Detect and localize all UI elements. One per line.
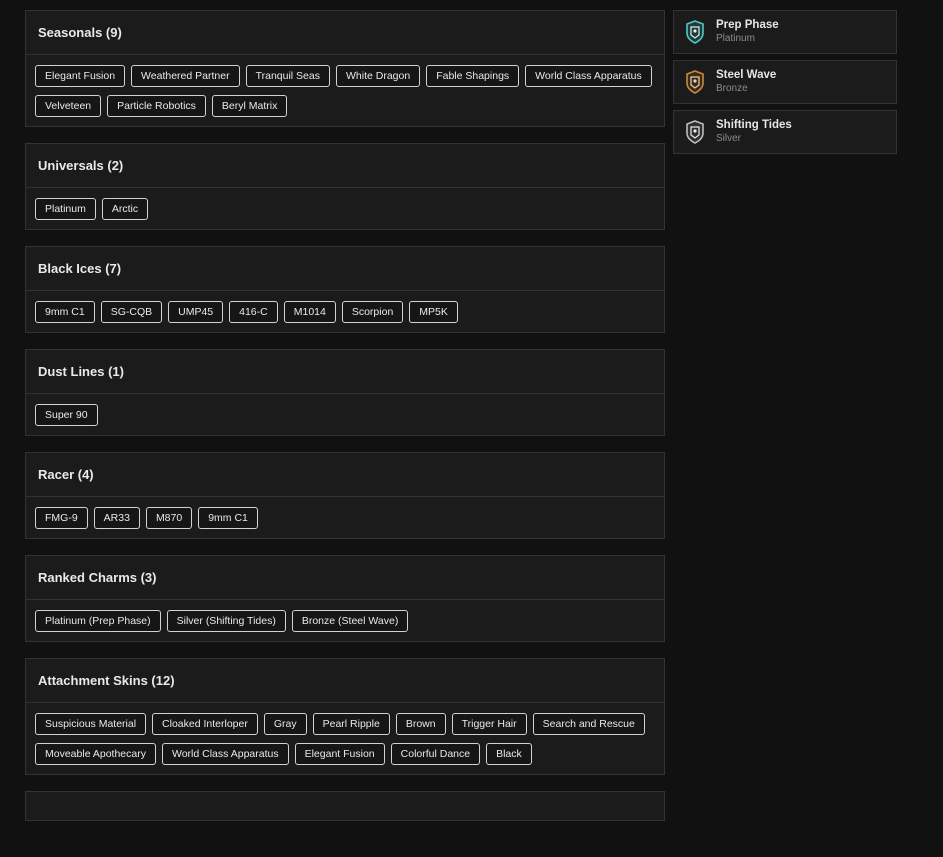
tag-elegant-fusion[interactable]: Elegant Fusion (35, 65, 126, 87)
charm-name: Prep Phase (716, 19, 779, 31)
section-universals: Universals (2) Platinum Arctic (25, 143, 665, 230)
platinum-rank-charm-icon (684, 19, 706, 45)
tag-list: FMG-9 AR33 M870 9mm C1 (26, 497, 664, 538)
tag-bronze-steel-wave[interactable]: Bronze (Steel Wave) (291, 610, 409, 632)
tag-brown[interactable]: Brown (395, 713, 446, 735)
charm-name: Shifting Tides (716, 119, 792, 131)
section-title: Black Ices (7) (26, 247, 664, 291)
tag-list: Platinum Arctic (26, 188, 664, 229)
tag-sg-cqb[interactable]: SG-CQB (100, 301, 163, 323)
section-title: Racer (4) (26, 453, 664, 497)
tag-black[interactable]: Black (486, 743, 532, 765)
charm-tier: Silver (716, 133, 742, 144)
tag-scorpion[interactable]: Scorpion (341, 301, 404, 323)
tag-trigger-hair[interactable]: Trigger Hair (451, 713, 527, 735)
tag-platinum-prep-phase[interactable]: Platinum (Prep Phase) (35, 610, 161, 632)
tag-arctic[interactable]: Arctic (101, 198, 149, 220)
tag-world-class-apparatus[interactable]: World Class Apparatus (525, 65, 652, 87)
tag-cloaked-interloper[interactable]: Cloaked Interloper (152, 713, 258, 735)
section-partial (25, 791, 665, 821)
tag-weathered-partner[interactable]: Weathered Partner (131, 65, 240, 87)
tag-silver-shifting-tides[interactable]: Silver (Shifting Tides) (166, 610, 286, 632)
tag-list: 9mm C1 SG-CQB UMP45 416-C M1014 Scorpion… (26, 291, 664, 332)
tag-platinum[interactable]: Platinum (35, 198, 96, 220)
tag-list: Elegant Fusion Weathered Partner Tranqui… (26, 55, 664, 126)
charm-steel-wave[interactable]: Steel Wave Bronze (673, 60, 897, 104)
charm-text: Shifting Tides Silver (716, 119, 792, 145)
tag-mp5k[interactable]: MP5K (409, 301, 458, 323)
charm-shifting-tides[interactable]: Shifting Tides Silver (673, 110, 897, 154)
tag-colorful-dance[interactable]: Colorful Dance (390, 743, 481, 765)
section-dust-lines: Dust Lines (1) Super 90 (25, 349, 665, 436)
tag-fmg-9[interactable]: FMG-9 (35, 507, 88, 529)
ranked-charms-sidebar: Prep Phase Platinum Steel Wave Bronze Sh (673, 10, 897, 160)
tag-list: Platinum (Prep Phase) Silver (Shifting T… (26, 600, 664, 641)
tag-tranquil-seas[interactable]: Tranquil Seas (245, 65, 330, 87)
bronze-rank-charm-icon (684, 69, 706, 95)
tag-search-and-rescue[interactable]: Search and Rescue (532, 713, 645, 735)
tag-list: Super 90 (26, 394, 664, 435)
section-title: Seasonals (9) (26, 11, 664, 55)
tag-ump45[interactable]: UMP45 (168, 301, 224, 323)
charm-text: Steel Wave Bronze (716, 69, 776, 95)
charm-tier: Platinum (716, 33, 755, 44)
tag-m870[interactable]: M870 (145, 507, 193, 529)
section-title: Ranked Charms (3) (26, 556, 664, 600)
section-ranked-charms: Ranked Charms (3) Platinum (Prep Phase) … (25, 555, 665, 642)
section-title: Dust Lines (1) (26, 350, 664, 394)
tag-9mm-c1[interactable]: 9mm C1 (198, 507, 258, 529)
collection-column: Seasonals (9) Elegant Fusion Weathered P… (25, 10, 665, 821)
silver-rank-charm-icon (684, 119, 706, 145)
tag-list: Suspicious Material Cloaked Interloper G… (26, 703, 664, 774)
section-black-ices: Black Ices (7) 9mm C1 SG-CQB UMP45 416-C… (25, 246, 665, 333)
section-title: Attachment Skins (12) (26, 659, 664, 703)
charm-text: Prep Phase Platinum (716, 19, 779, 45)
tag-white-dragon[interactable]: White Dragon (335, 65, 421, 87)
tag-fable-shapings[interactable]: Fable Shapings (426, 65, 520, 87)
tag-particle-robotics[interactable]: Particle Robotics (107, 95, 206, 117)
tag-9mm-c1[interactable]: 9mm C1 (35, 301, 95, 323)
charm-prep-phase[interactable]: Prep Phase Platinum (673, 10, 897, 54)
tag-gray[interactable]: Gray (263, 713, 307, 735)
section-seasonals: Seasonals (9) Elegant Fusion Weathered P… (25, 10, 665, 127)
tag-m1014[interactable]: M1014 (283, 301, 336, 323)
tag-416-c[interactable]: 416-C (229, 301, 278, 323)
tag-elegant-fusion[interactable]: Elegant Fusion (294, 743, 385, 765)
tag-suspicious-material[interactable]: Suspicious Material (35, 713, 147, 735)
charm-tier: Bronze (716, 83, 748, 94)
tag-world-class-apparatus[interactable]: World Class Apparatus (161, 743, 289, 765)
section-attachment-skins: Attachment Skins (12) Suspicious Materia… (25, 658, 665, 775)
tag-pearl-ripple[interactable]: Pearl Ripple (312, 713, 390, 735)
section-racer: Racer (4) FMG-9 AR33 M870 9mm C1 (25, 452, 665, 539)
section-title: Universals (2) (26, 144, 664, 188)
tag-beryl-matrix[interactable]: Beryl Matrix (211, 95, 288, 117)
tag-velveteen[interactable]: Velveteen (35, 95, 102, 117)
tag-moveable-apothecary[interactable]: Moveable Apothecary (35, 743, 156, 765)
tag-super-90[interactable]: Super 90 (35, 404, 98, 426)
charm-name: Steel Wave (716, 69, 777, 81)
tag-ar33[interactable]: AR33 (93, 507, 140, 529)
